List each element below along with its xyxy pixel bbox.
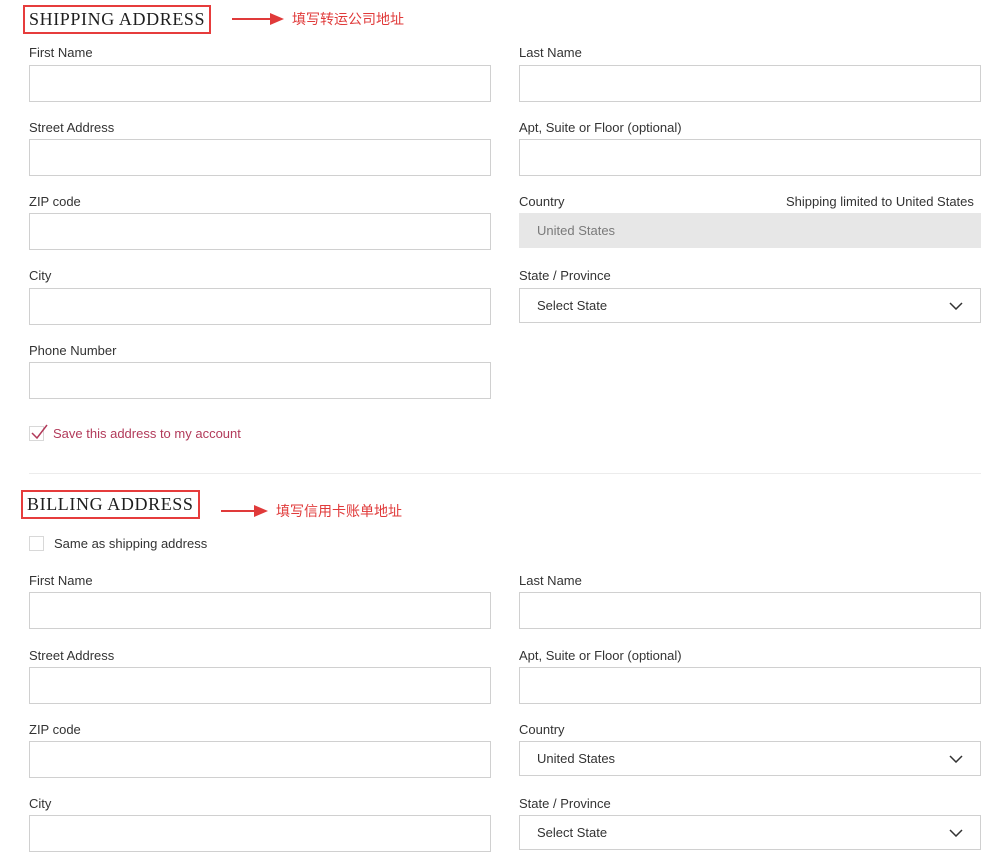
shipping-apt-input[interactable]	[519, 139, 981, 176]
billing-city-input[interactable]	[29, 815, 491, 852]
billing-zip-label: ZIP code	[29, 722, 81, 737]
shipping-last-name-label: Last Name	[519, 45, 582, 60]
billing-country-value: United States	[537, 751, 616, 766]
shipping-state-select[interactable]: Select State	[519, 288, 981, 323]
shipping-zip-input[interactable]	[29, 213, 491, 250]
shipping-annotation: 填写转运公司地址	[232, 9, 404, 29]
billing-apt-label: Apt, Suite or Floor (optional)	[519, 648, 682, 663]
billing-apt-input[interactable]	[519, 667, 981, 704]
billing-first-name-label: First Name	[29, 573, 93, 588]
save-address-checkbox-row[interactable]: Save this address to my account	[29, 424, 241, 441]
billing-country-select[interactable]: United States	[519, 741, 981, 776]
shipping-country-value: United States	[537, 223, 616, 238]
billing-state-select[interactable]: Select State	[519, 815, 981, 850]
billing-city-label: City	[29, 796, 52, 811]
arrow-right-icon	[232, 13, 284, 25]
shipping-country-note: Shipping limited to United States	[786, 194, 974, 209]
billing-first-name-input[interactable]	[29, 592, 491, 629]
billing-street-label: Street Address	[29, 648, 115, 663]
chevron-down-icon	[949, 301, 963, 310]
billing-zip-input[interactable]	[29, 741, 491, 778]
billing-last-name-input[interactable]	[519, 592, 981, 629]
section-divider	[29, 473, 981, 474]
shipping-city-input[interactable]	[29, 288, 491, 325]
checkmark-icon	[31, 424, 48, 440]
billing-state-value: Select State	[537, 825, 608, 840]
chevron-down-icon	[949, 828, 963, 837]
shipping-country-field: United States	[519, 213, 981, 248]
same-as-shipping-checkbox[interactable]	[29, 536, 44, 551]
billing-annotation-text: 填写信用卡账单地址	[276, 503, 402, 519]
shipping-state-value: Select State	[537, 298, 608, 313]
shipping-first-name-input[interactable]	[29, 65, 491, 102]
shipping-country-label: Country	[519, 194, 565, 209]
billing-country-label: Country	[519, 722, 565, 737]
billing-last-name-label: Last Name	[519, 573, 582, 588]
same-as-shipping-row[interactable]: Same as shipping address	[29, 536, 207, 551]
shipping-last-name-input[interactable]	[519, 65, 981, 102]
shipping-phone-input[interactable]	[29, 362, 491, 399]
same-as-shipping-label: Same as shipping address	[54, 536, 208, 551]
shipping-apt-label: Apt, Suite or Floor (optional)	[519, 120, 682, 135]
shipping-city-label: City	[29, 268, 52, 283]
shipping-address-title: SHIPPING ADDRESS	[23, 5, 212, 34]
billing-street-input[interactable]	[29, 667, 491, 704]
billing-state-label: State / Province	[519, 796, 611, 811]
shipping-state-label: State / Province	[519, 268, 611, 283]
chevron-down-icon	[949, 754, 963, 763]
billing-annotation: 填写信用卡账单地址	[221, 501, 402, 521]
save-address-label: Save this address to my account	[53, 426, 241, 441]
arrow-right-icon	[221, 505, 268, 517]
save-address-checkbox[interactable]	[29, 424, 48, 441]
billing-address-title: BILLING ADDRESS	[21, 490, 200, 519]
shipping-street-input[interactable]	[29, 139, 491, 176]
shipping-street-label: Street Address	[29, 120, 115, 135]
shipping-phone-label: Phone Number	[29, 343, 117, 358]
shipping-first-name-label: First Name	[29, 45, 93, 60]
shipping-zip-label: ZIP code	[29, 194, 81, 209]
shipping-annotation-text: 填写转运公司地址	[292, 11, 404, 27]
